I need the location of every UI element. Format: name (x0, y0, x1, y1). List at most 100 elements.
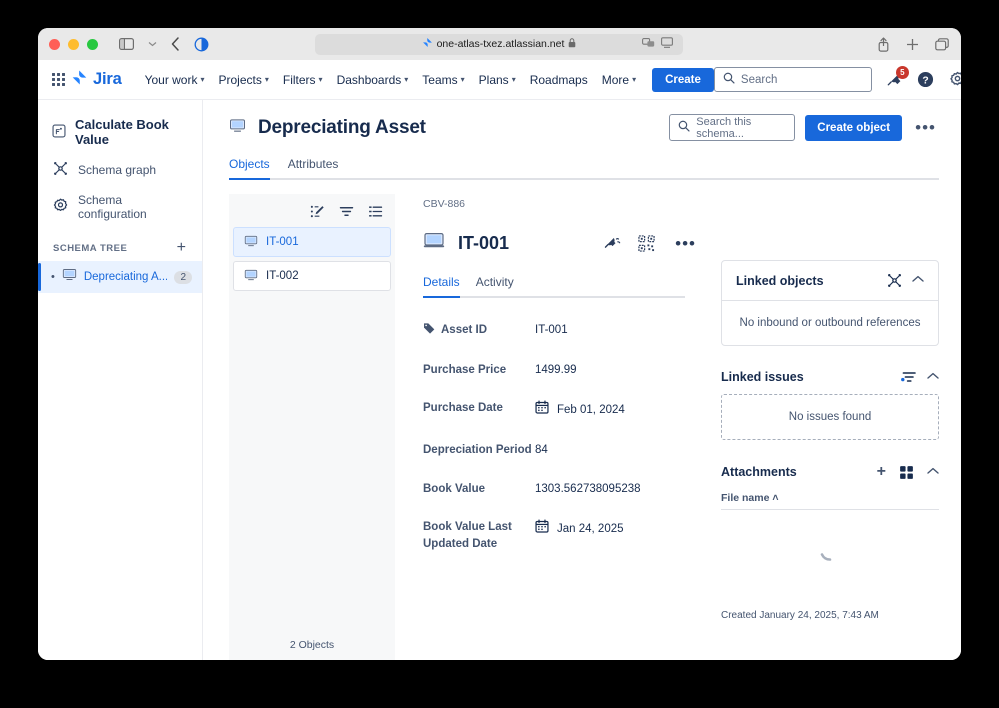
list-view-icon[interactable] (368, 204, 383, 219)
attachments-loading-area (721, 510, 939, 596)
linked-objects-header: Linked objects (722, 261, 938, 300)
jira-wordmark: Jira (93, 70, 122, 88)
tab-attributes[interactable]: Attributes (288, 157, 339, 178)
chevron-down-icon: ▾ (511, 75, 516, 84)
qr-code-icon[interactable] (638, 235, 655, 252)
chevron-down-icon: ▾ (404, 75, 409, 84)
maximize-window-button[interactable] (87, 38, 98, 50)
filter-icon[interactable] (339, 204, 354, 219)
notifications-bell-icon[interactable]: 5 (884, 65, 909, 90)
field-purchase-date: Purchase Date Feb 01, 2024 (423, 400, 699, 420)
jira-mark-icon (71, 69, 88, 91)
app-body: Calculate Book Value Schema graph Schema… (38, 100, 961, 660)
object-detail-title: IT-001 (458, 233, 510, 253)
created-timestamp: Created January 24, 2025, 7:43 AM (721, 610, 879, 621)
field-label-text: Book Value (423, 482, 485, 495)
nav-item-more[interactable]: More ▾ (595, 68, 643, 92)
new-tab-plus-icon[interactable] (906, 38, 919, 51)
share-icon[interactable] (877, 36, 890, 52)
nav-item-dashboards[interactable]: Dashboards ▾ (330, 68, 416, 92)
close-window-button[interactable] (49, 38, 60, 50)
chevron-down-icon[interactable] (148, 41, 157, 47)
breadcrumb[interactable]: CBV-886 (423, 198, 699, 210)
nav-item-plans[interactable]: Plans ▾ (472, 68, 523, 92)
chevron-up-icon[interactable] (912, 275, 924, 286)
field-label: Purchase Date (423, 400, 535, 417)
tab-activity[interactable]: Activity (476, 275, 514, 296)
nav-label: Your work (144, 72, 198, 87)
grid-view-icon[interactable] (899, 465, 914, 480)
create-button[interactable]: Create (652, 67, 714, 92)
announce-icon[interactable] (604, 235, 621, 252)
site-favicon-icon (422, 37, 433, 51)
app-switcher-icon[interactable] (52, 69, 65, 91)
field-asset-id: Asset ID IT-001 (423, 322, 699, 340)
nav-item-your-work[interactable]: Your work ▾ (138, 68, 212, 92)
jira-home-logo[interactable]: Jira (71, 69, 122, 91)
linked-objects-title: Linked objects (736, 273, 824, 288)
chevron-down-icon: ▾ (200, 75, 205, 84)
attachments-file-name-column-header[interactable]: File name ˄ (721, 492, 939, 510)
sidebar-item-label: Schema graph (78, 163, 157, 177)
schema-more-menu-icon[interactable]: ••• (912, 119, 939, 136)
nav-item-roadmaps[interactable]: Roadmaps (523, 68, 595, 92)
screencast-icon[interactable] (661, 37, 673, 51)
nav-item-teams[interactable]: Teams ▾ (415, 68, 471, 92)
browser-window: one-atlas-txez.atlassian.net Jira Your w… (38, 28, 961, 660)
privacy-shield-icon[interactable] (194, 37, 209, 52)
chevron-up-icon[interactable] (927, 372, 939, 383)
filter-sort-icon[interactable] (901, 370, 917, 384)
tab-objects[interactable]: Objects (229, 157, 270, 180)
svg-text:?: ? (923, 75, 929, 86)
field-label-text: Depreciation Period (423, 444, 532, 457)
schema-graph-icon[interactable] (887, 273, 902, 288)
content-area: IT-001 IT-002 2 Objects CBV-886 IT-001 •… (203, 180, 961, 660)
tab-overview-icon[interactable] (935, 37, 949, 51)
chevron-up-icon[interactable] (927, 467, 939, 478)
object-detail-title-row: IT-001 ••• (423, 230, 699, 257)
sidebar-item-depreciating-asset[interactable]: • Depreciating A... 2 (38, 261, 202, 293)
sidebar-item-schema-configuration[interactable]: Schema configuration (38, 186, 202, 228)
schema-search-placeholder: Search this schema... (696, 115, 752, 140)
sidebar-item-schema-graph[interactable]: Schema graph (38, 154, 202, 186)
settings-gear-icon[interactable] (948, 70, 961, 90)
field-label: Depreciation Period (423, 442, 535, 459)
help-icon[interactable]: ? (916, 70, 936, 90)
linked-issues-header: Linked issues (721, 370, 939, 384)
address-bar[interactable]: one-atlas-txez.atlassian.net (315, 33, 683, 55)
field-label: Asset ID (423, 322, 535, 340)
jira-top-navigation: Jira Your work ▾ Projects ▾ Filters ▾ Da… (38, 60, 961, 100)
field-value-text: Feb 01, 2024 (557, 403, 625, 416)
add-attachment-button[interactable]: + (877, 464, 886, 480)
back-arrow-icon[interactable] (171, 37, 180, 51)
loading-spinner-icon (817, 538, 843, 569)
browser-toolbar-right (877, 36, 949, 52)
field-label-text: Book Value Last Updated Date (423, 521, 512, 551)
global-search-input[interactable]: Search (713, 67, 872, 92)
object-more-menu-icon[interactable]: ••• (672, 235, 699, 252)
global-search-placeholder: Search (740, 73, 778, 86)
tab-details[interactable]: Details (423, 275, 460, 298)
nav-item-projects[interactable]: Projects ▾ (212, 68, 276, 92)
page-title: Depreciating Asset (258, 116, 426, 138)
search-icon (723, 72, 735, 87)
object-list-footer: 2 Objects (289, 639, 335, 651)
sidebar-item-label: Depreciating A... (83, 271, 168, 283)
sidebar-toggle-icon[interactable] (119, 38, 134, 50)
edit-list-icon[interactable] (310, 204, 325, 219)
nav-item-filters[interactable]: Filters ▾ (276, 68, 330, 92)
extensions-icon[interactable] (642, 37, 655, 51)
field-label-text: Purchase Price (423, 363, 507, 376)
minimize-window-button[interactable] (68, 38, 79, 50)
field-label: Book Value Last Updated Date (423, 519, 535, 552)
create-object-button[interactable]: Create object (805, 114, 903, 141)
main-header-row: Depreciating Asset Search this schema...… (229, 114, 939, 141)
linked-issues-section: Linked issues No issues found (721, 370, 939, 440)
schema-search-input[interactable]: Search this schema... (669, 114, 796, 141)
linked-issues-empty-state: No issues found (721, 394, 939, 440)
sidebar-schema-title[interactable]: Calculate Book Value (38, 110, 202, 154)
object-list-item-it-001[interactable]: IT-001 (233, 227, 391, 257)
object-list-item-it-002[interactable]: IT-002 (233, 261, 391, 291)
add-object-type-button[interactable]: + (175, 240, 188, 256)
main-header-actions: Search this schema... Create object ••• (669, 114, 939, 141)
